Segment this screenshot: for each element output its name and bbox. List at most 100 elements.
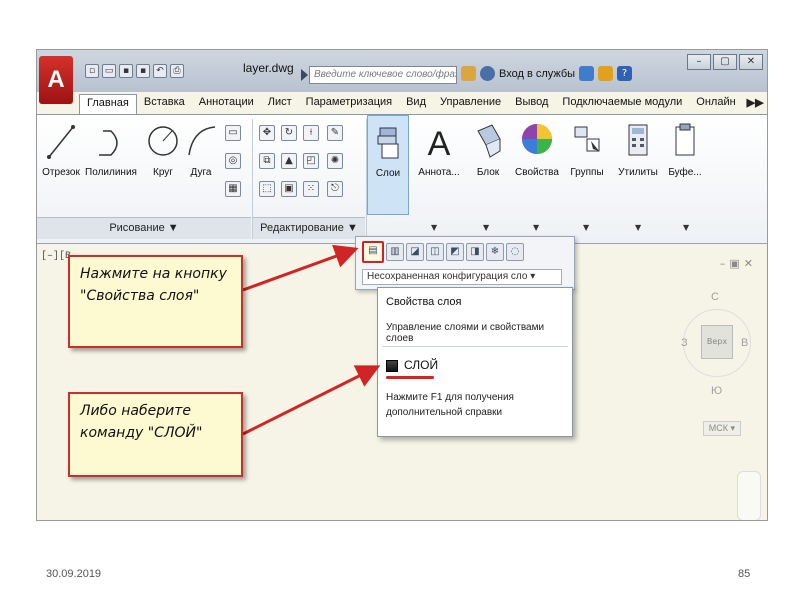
layer-off-icon[interactable]: ◌	[506, 243, 524, 261]
groups-label: Группы	[570, 167, 604, 178]
move-icon[interactable]: ✥	[259, 125, 275, 141]
tab-view[interactable]: Вид	[399, 94, 433, 114]
layer-previous-icon[interactable]: ◫	[426, 243, 444, 261]
plot-icon[interactable]: ⎙	[170, 64, 184, 78]
annotation-tool[interactable]: A Аннота...	[415, 121, 463, 178]
layer-isolate-icon[interactable]: ◩	[446, 243, 464, 261]
layer-freeze-icon[interactable]: ❄	[486, 243, 504, 261]
viewcube-top-face[interactable]: Верх	[701, 325, 733, 359]
rotate-icon[interactable]: ↻	[281, 125, 297, 141]
modify-panel-title[interactable]: Редактирование ▼	[253, 217, 365, 239]
chevron-down-icon[interactable]: ▼	[683, 223, 689, 232]
erase-icon[interactable]: ✎	[327, 125, 343, 141]
chevron-down-icon[interactable]: ▼	[431, 223, 437, 232]
clipboard-label: Буфе...	[668, 167, 702, 178]
navigation-bar[interactable]	[737, 471, 761, 520]
arc-tool[interactable]: Дуга	[183, 121, 219, 178]
block-tool[interactable]: Блок	[467, 121, 509, 178]
line-tool[interactable]: Отрезок	[41, 121, 81, 178]
ribbon: Отрезок Полилиния Круг Дуга ▭ ◎ ▦ Рисова…	[37, 114, 767, 244]
warning-icon[interactable]	[598, 66, 614, 81]
application-menu-button[interactable]: A	[39, 56, 73, 104]
new-icon[interactable]: ▫	[85, 64, 99, 78]
layer-properties-tooltip: Свойства слоя Управление слоями и свойст…	[377, 287, 573, 437]
offset-icon[interactable]: ⎋	[327, 181, 343, 197]
scale-icon[interactable]: ▣	[281, 181, 297, 197]
layers-flyout: ▤ ▥ ◪ ◫ ◩ ◨ ❄ ◌ Несохраненная конфигурац…	[355, 236, 575, 290]
restore-icon[interactable]: ▣	[729, 257, 739, 270]
close-icon[interactable]: ✕	[744, 257, 753, 270]
minimize-icon[interactable]: –	[687, 54, 711, 70]
block-label: Блок	[476, 167, 500, 178]
viewcube[interactable]: С Ю З В Верх	[679, 285, 755, 435]
properties-tool[interactable]: Свойства	[513, 121, 561, 178]
viewcube-west[interactable]: З	[681, 337, 688, 349]
user-icon[interactable]	[480, 66, 495, 81]
wcs-menu[interactable]: МСК ▾	[702, 421, 741, 436]
polyline-tool[interactable]: Полилиния	[85, 121, 137, 178]
chevron-down-icon[interactable]: ▼	[533, 223, 539, 232]
arc-icon	[188, 126, 216, 156]
ellipse-icon[interactable]: ◎	[225, 153, 241, 169]
tab-output[interactable]: Вывод	[508, 94, 555, 114]
undo-icon[interactable]: ↶	[153, 64, 167, 78]
groups-tool[interactable]: Группы	[565, 121, 609, 178]
more-tabs-button[interactable]: ▶▶	[743, 94, 767, 114]
clipboard-icon	[675, 123, 695, 156]
chevron-down-icon[interactable]: ▼	[483, 223, 489, 232]
ribbon-tabs: Главная Вставка Аннотации Лист Параметри…	[79, 94, 767, 114]
save-as-icon[interactable]: ▪	[136, 64, 150, 78]
binoculars-icon[interactable]	[461, 66, 476, 81]
tab-plugins[interactable]: Подключаемые модули	[555, 94, 689, 114]
minimize-icon[interactable]: –	[720, 257, 726, 270]
open-icon[interactable]: ▭	[102, 64, 116, 78]
layer-properties-icon[interactable]: ▤	[362, 241, 384, 263]
chevron-down-icon[interactable]: ▼	[635, 223, 641, 232]
circle-tool[interactable]: Круг	[145, 121, 181, 178]
layer-state-icon[interactable]: ▥	[386, 243, 404, 261]
tab-insert[interactable]: Вставка	[137, 94, 192, 114]
search-input[interactable]: Введите ключевое слово/фразу	[309, 66, 457, 84]
viewport-label[interactable]: [–][B	[41, 251, 71, 262]
trim-icon[interactable]: ⟊	[303, 125, 319, 141]
tab-home[interactable]: Главная	[79, 94, 137, 114]
layer-state-combo[interactable]: Несохраненная конфигурация сло ▾	[362, 269, 562, 285]
stretch-icon[interactable]: ⬚	[259, 181, 275, 197]
fillet-icon[interactable]: ◰	[303, 153, 319, 169]
sign-in-link[interactable]: Вход в службы	[499, 68, 575, 80]
layer-match-icon[interactable]: ◪	[406, 243, 424, 261]
quick-access-toolbar: ▫ ▭ ▪ ▪ ↶ ⎙	[85, 64, 184, 82]
maximize-icon[interactable]: ▢	[713, 54, 737, 70]
callout-click-button: Нажмите на кнопку "Свойства слоя"	[68, 255, 243, 348]
tab-layout[interactable]: Лист	[261, 94, 299, 114]
copy-icon[interactable]: ⧉	[259, 153, 275, 169]
viewcube-east[interactable]: В	[741, 337, 748, 349]
save-icon[interactable]: ▪	[119, 64, 133, 78]
exchange-icon[interactable]	[579, 66, 595, 81]
tooltip-command: СЛОЙ	[404, 358, 439, 372]
tab-online[interactable]: Онлайн	[689, 94, 742, 114]
groups-icon	[574, 126, 600, 152]
annotation-icon: A	[428, 125, 451, 161]
title-bar: ▫ ▭ ▪ ▪ ↶ ⎙ layer.dwg Введите ключевое с…	[37, 50, 767, 92]
clipboard-tool[interactable]: Буфе...	[665, 121, 705, 178]
rectangle-icon[interactable]: ▭	[225, 125, 241, 141]
mirror-icon[interactable]: ▲	[281, 153, 297, 169]
close-icon[interactable]: ✕	[739, 54, 763, 70]
line-icon	[47, 125, 75, 159]
chevron-down-icon[interactable]: ▼	[583, 223, 589, 232]
explode-icon[interactable]: ✺	[327, 153, 343, 169]
tab-annotate[interactable]: Аннотации	[192, 94, 261, 114]
tab-manage[interactable]: Управление	[433, 94, 508, 114]
tab-parametric[interactable]: Параметризация	[299, 94, 399, 114]
layer-unisolate-icon[interactable]: ◨	[466, 243, 484, 261]
viewcube-south[interactable]: Ю	[711, 385, 722, 397]
layers-tool[interactable]: Слои	[367, 115, 409, 215]
array-icon[interactable]: ⁙	[303, 181, 319, 197]
help-icon[interactable]: ?	[617, 66, 633, 81]
utilities-tool[interactable]: Утилиты	[615, 121, 661, 178]
draw-panel-title[interactable]: Рисование ▼	[37, 217, 251, 239]
viewcube-north[interactable]: С	[711, 291, 719, 303]
tooltip-help: Нажмите F1 для получения дополнительной …	[386, 392, 514, 418]
hatch-icon[interactable]: ▦	[225, 181, 241, 197]
